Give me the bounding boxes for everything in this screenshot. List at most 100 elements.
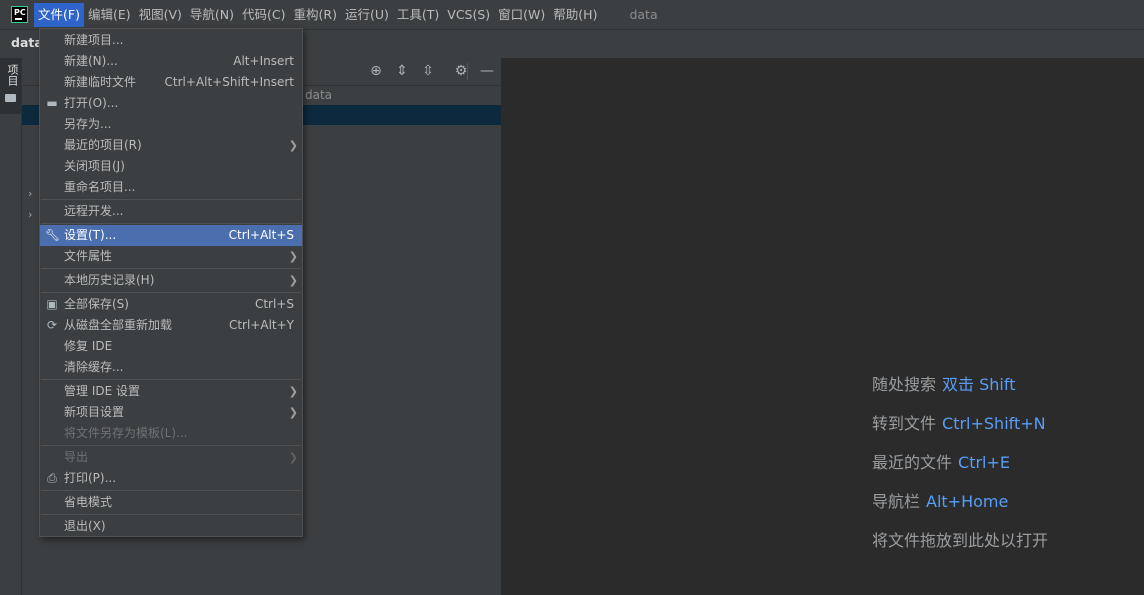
menu-item-rename-project[interactable]: 重命名项目... [40, 177, 302, 198]
hint-text: 转到文件 [872, 414, 937, 433]
menu-edit[interactable]: 编辑(E) [84, 3, 135, 27]
menu-item-label: 远程开发... [64, 204, 124, 218]
menu-item-label: 新建项目... [64, 33, 124, 47]
menu-item-shortcut: Ctrl+Alt+Shift+Insert [164, 75, 294, 89]
menu-item-label: 关闭项目(J) [64, 159, 125, 173]
menu-item-power-save-mode[interactable]: 省电模式 [40, 492, 302, 513]
menu-file[interactable]: 文件(F) [34, 2, 84, 27]
menu-item-settings[interactable]: 🔧︎ 设置(T)... Ctrl+Alt+S [40, 225, 302, 246]
wrench-icon: 🔧︎ [45, 228, 61, 242]
chevron-right-icon: ❯ [288, 139, 298, 152]
project-tool-label: 项目 [6, 64, 19, 86]
menu-view[interactable]: 视图(V) [135, 3, 186, 27]
menu-item-label: 重命名项目... [64, 180, 136, 194]
pycharm-logo-icon: PC [11, 6, 28, 23]
hint-text: 导航栏 [872, 492, 921, 511]
gear-icon[interactable]: ⚙ [453, 63, 469, 79]
menu-item-new-project[interactable]: 新建项目... [40, 30, 302, 51]
hint-shortcut: Ctrl+E [958, 453, 1010, 472]
menu-item-new-scratch-file[interactable]: 新建临时文件 Ctrl+Alt+Shift+Insert [40, 72, 302, 93]
menu-item-print[interactable]: ⎙ 打印(P)... [40, 468, 302, 489]
menu-item-shortcut: Ctrl+Alt+Y [228, 318, 294, 332]
menu-run[interactable]: 运行(U) [341, 3, 393, 27]
hint-text: 最近的文件 [872, 453, 953, 472]
menu-item-exit[interactable]: 退出(X) [40, 516, 302, 537]
menu-item-label: 新建临时文件 [64, 75, 137, 89]
hint-recent-files: 最近的文件 Ctrl+E [872, 449, 1010, 473]
window-project-name: data [629, 7, 658, 22]
expand-all-icon[interactable]: ⇕ [394, 63, 410, 79]
menu-item-save-all[interactable]: ▣ 全部保存(S) Ctrl+S [40, 294, 302, 315]
chevron-right-icon[interactable]: › [28, 187, 32, 200]
menu-item-new[interactable]: 新建(N)... Alt+Insert [40, 51, 302, 72]
menu-item-label: 清除缓存... [64, 360, 124, 374]
print-icon: ⎙ [47, 471, 57, 485]
menu-item-save-as-template[interactable]: 将文件另存为模板(L)... [40, 423, 302, 444]
menu-item-remote-development[interactable]: 远程开发... [40, 201, 302, 222]
menu-item-label: 省电模式 [64, 495, 113, 509]
menu-item-label: 本地历史记录(H) [64, 273, 155, 287]
locate-icon[interactable]: ⊕ [368, 63, 384, 79]
menu-vcs[interactable]: VCS(S) [443, 3, 494, 27]
menu-tools[interactable]: 工具(T) [393, 3, 443, 27]
folder-icon [5, 94, 16, 102]
menu-separator [41, 223, 301, 224]
menu-item-save-as[interactable]: 另存为... [40, 114, 302, 135]
menu-item-reload-all[interactable]: ⟳ 从磁盘全部重新加载 Ctrl+Alt+Y [40, 315, 302, 336]
menu-item-shortcut: Ctrl+Alt+S [228, 228, 294, 242]
menu-item-label: 退出(X) [64, 519, 106, 533]
chevron-right-icon: ❯ [288, 250, 298, 263]
reload-icon: ⟳ [46, 318, 58, 332]
menu-item-label: 文件属性 [64, 249, 113, 263]
chevron-right-icon: ❯ [288, 274, 298, 287]
file-menu-dropdown: 新建项目... 新建(N)... Alt+Insert 新建临时文件 Ctrl+… [39, 28, 303, 537]
menu-item-open[interactable]: ▬ 打开(O)... [40, 93, 302, 114]
menu-item-export[interactable]: 导出 ❯ [40, 447, 302, 468]
menu-item-label: 从磁盘全部重新加载 [64, 318, 173, 332]
menu-separator [41, 199, 301, 200]
menu-item-label: 新项目设置 [64, 405, 125, 419]
hide-icon[interactable]: — [479, 63, 495, 79]
editor-empty-area: 随处搜索 双击 Shift 转到文件 Ctrl+Shift+N 最近的文件 Ctrl+… [502, 58, 1144, 595]
menu-item-manage-ide-settings[interactable]: 管理 IDE 设置 ❯ [40, 381, 302, 402]
menu-code[interactable]: 代码(C) [238, 3, 289, 27]
menu-navigate[interactable]: 导航(N) [186, 3, 238, 27]
hint-shortcut: 双击 Shift [942, 375, 1016, 394]
chevron-right-icon[interactable]: › [28, 208, 32, 221]
menu-item-label: 修复 IDE [64, 339, 113, 353]
hint-go-to-file: 转到文件 Ctrl+Shift+N [872, 410, 1046, 434]
menu-item-label: 设置(T)... [64, 228, 117, 242]
chevron-right-icon: ❯ [288, 406, 298, 419]
chevron-right-icon: ❯ [288, 451, 298, 464]
menu-item-close-project[interactable]: 关闭项目(J) [40, 156, 302, 177]
project-tool-button[interactable]: 项目 [0, 58, 21, 114]
menu-refactor[interactable]: 重构(R) [290, 3, 341, 27]
menu-separator [41, 292, 301, 293]
menu-help[interactable]: 帮助(H) [549, 3, 601, 27]
menu-item-label: 最近的项目(R) [64, 138, 142, 152]
menu-item-repair-ide[interactable]: 修复 IDE [40, 336, 302, 357]
menu-item-new-project-setup[interactable]: 新项目设置 ❯ [40, 402, 302, 423]
menu-separator [41, 268, 301, 269]
menu-item-invalidate-caches[interactable]: 清除缓存... [40, 357, 302, 378]
menu-item-label: 管理 IDE 设置 [64, 384, 140, 398]
save-icon: ▣ [46, 297, 58, 311]
menu-item-label: 另存为... [64, 117, 112, 131]
tree-root-path: data [305, 88, 333, 102]
chevron-right-icon: ❯ [288, 385, 298, 398]
hint-drop-files: 将文件拖放到此处以打开 [872, 527, 1048, 551]
menu-item-file-properties[interactable]: 文件属性 ❯ [40, 246, 302, 267]
menu-window[interactable]: 窗口(W) [494, 3, 549, 27]
left-tool-strip: 项目 [0, 58, 22, 595]
hint-text: 将文件拖放到此处以打开 [872, 531, 1049, 550]
logo-text: PC [14, 8, 26, 17]
collapse-all-icon[interactable]: ⇳ [420, 63, 436, 79]
hint-search-everywhere: 随处搜索 双击 Shift [872, 371, 1015, 395]
menu-item-shortcut: Ctrl+S [254, 297, 294, 311]
menu-item-local-history[interactable]: 本地历史记录(H) ❯ [40, 270, 302, 291]
menu-item-label: 将文件另存为模板(L)... [64, 426, 188, 440]
menu-item-recent-projects[interactable]: 最近的项目(R) ❯ [40, 135, 302, 156]
menu-item-label: 全部保存(S) [64, 297, 129, 311]
hint-shortcut: Alt+Home [926, 492, 1009, 511]
hint-text: 随处搜索 [872, 375, 937, 394]
